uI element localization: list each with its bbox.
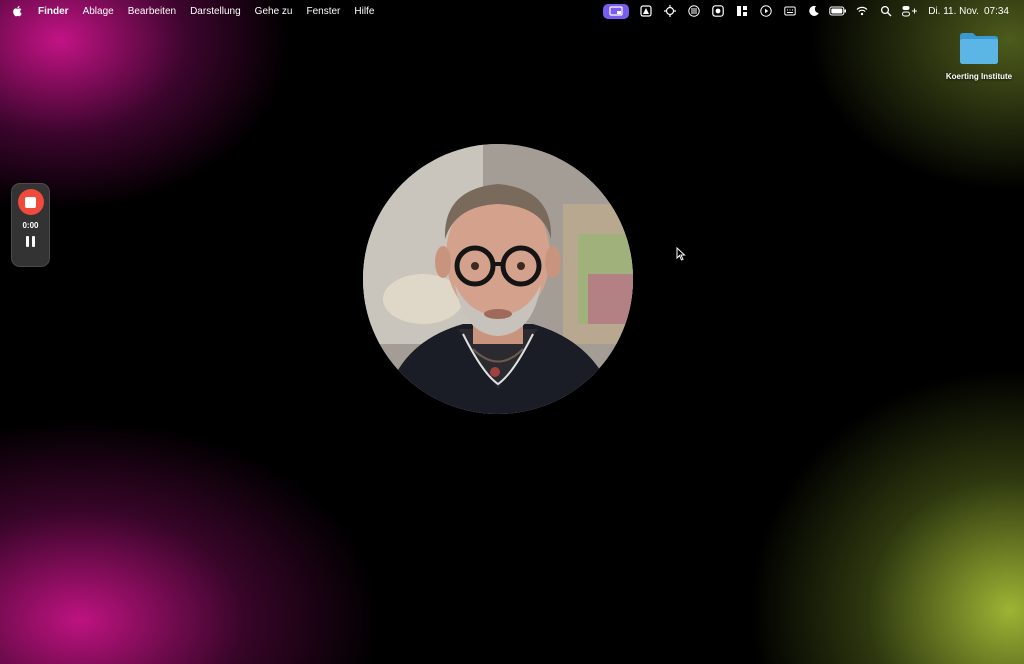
stop-icon <box>25 196 36 208</box>
keyboard-icon[interactable] <box>778 0 802 22</box>
stop-recording-button[interactable] <box>17 189 44 215</box>
play-icon[interactable] <box>754 0 778 22</box>
desktop-folder[interactable]: Koerting Institute <box>940 30 1018 81</box>
mouse-cursor-icon <box>676 247 686 261</box>
apple-menu-icon[interactable] <box>12 4 26 18</box>
menubar-time: 07:34 <box>983 5 1009 17</box>
menu-fenster[interactable]: Fenster <box>306 6 340 17</box>
recording-controls: 0:00 <box>11 183 50 267</box>
battery-icon[interactable] <box>826 0 850 22</box>
pause-recording-button[interactable] <box>26 236 35 247</box>
pause-icon-bar <box>32 236 35 247</box>
menu-bearbeiten[interactable]: Bearbeiten <box>128 6 176 17</box>
camera-icon[interactable] <box>706 0 730 22</box>
crosshair-icon[interactable] <box>658 0 682 22</box>
menu-gehe-zu[interactable]: Gehe zu <box>255 6 293 17</box>
menubar-clock[interactable]: Di. 11. Nov. 07:34 <box>928 6 1014 17</box>
menu-darstellung[interactable]: Darstellung <box>190 6 241 17</box>
screen-record-icon[interactable] <box>603 3 630 19</box>
menu-app-finder[interactable]: Finder <box>38 6 69 17</box>
moon-icon[interactable] <box>802 0 826 22</box>
webcam-bubble[interactable] <box>363 144 633 414</box>
menu-bar: Finder Ablage Bearbeiten Darstellung Geh… <box>0 0 1024 22</box>
grid-icon[interactable] <box>682 0 706 22</box>
wifi-icon[interactable] <box>850 0 874 22</box>
webcam-feed <box>363 144 633 414</box>
search-icon[interactable] <box>874 0 898 22</box>
status-area: Di. 11. Nov. 07:34 <box>603 0 1014 22</box>
pause-icon <box>26 236 29 247</box>
control-center-icon[interactable] <box>898 0 922 22</box>
menu-ablage[interactable]: Ablage <box>83 6 114 17</box>
widgets-icon[interactable] <box>730 0 754 22</box>
drive-icon[interactable] <box>634 0 658 22</box>
desktop-folder-label: Koerting Institute <box>945 72 1013 81</box>
menubar-date: Di. 11. Nov. <box>928 5 979 17</box>
recording-timer: 0:00 <box>22 221 39 230</box>
menu-hilfe[interactable]: Hilfe <box>354 6 374 17</box>
folder-icon <box>960 33 998 64</box>
